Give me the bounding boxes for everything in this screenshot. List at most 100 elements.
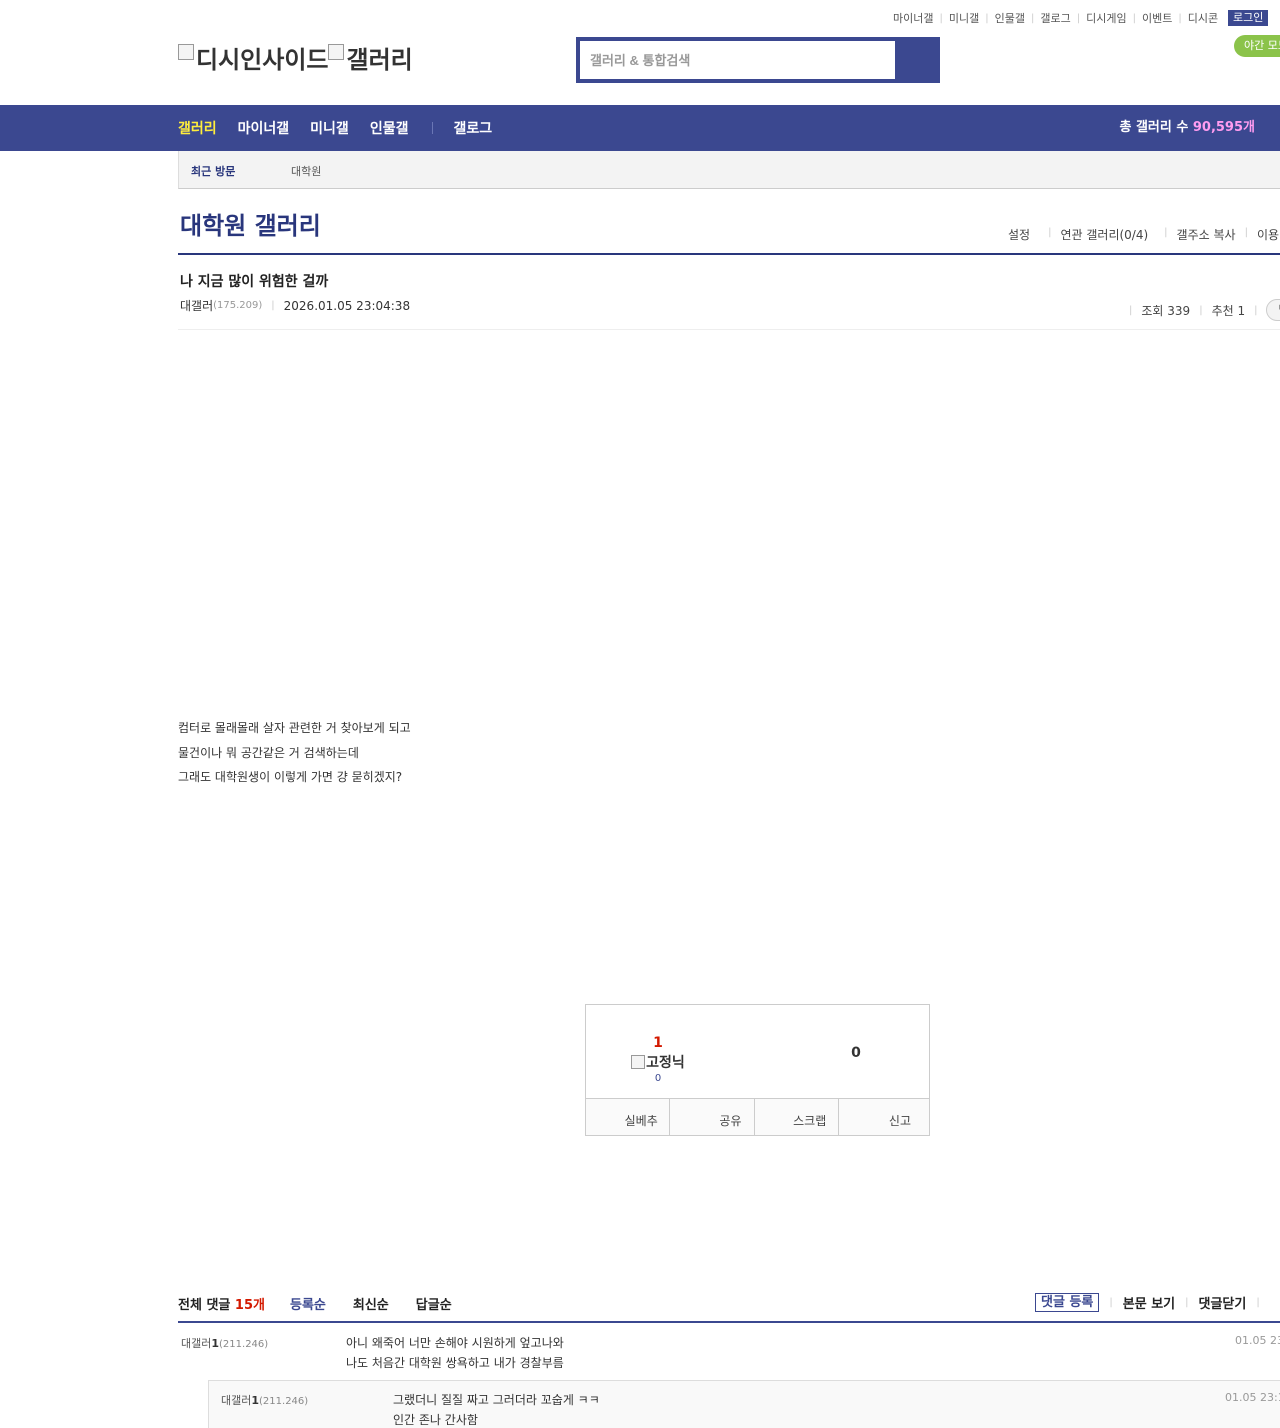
- usage-link[interactable]: 이용: [1257, 226, 1279, 243]
- comment-line: 그랬더니 질질 짜고 그러더라 꼬숩게 ㅋㅋ: [393, 1393, 600, 1407]
- view-body-button[interactable]: 본문 보기: [1123, 1293, 1175, 1312]
- share-button[interactable]: 공유: [670, 1099, 755, 1135]
- post-author[interactable]: 대갤러: [180, 297, 213, 314]
- total-label: 총 갤러리 수: [1119, 120, 1189, 135]
- divider: |: [1178, 12, 1182, 24]
- post-stats: | 조회 339 | 추천 1 | 댓: [1120, 299, 1280, 321]
- comments-total-label: 전체 댓글: [178, 1298, 231, 1313]
- upvote-count: 1: [653, 1035, 663, 1051]
- util-link-event[interactable]: 이벤트: [1142, 10, 1172, 26]
- comment-date: 01.05 23:1: [1225, 1391, 1280, 1404]
- nav-minor[interactable]: 마이너갤: [238, 118, 290, 138]
- divider: |: [985, 12, 989, 24]
- util-link-minor[interactable]: 마이너갤: [893, 10, 933, 26]
- downvote-button[interactable]: 0: [826, 1045, 886, 1061]
- global-nav: 갤러리 마이너갤 미니갤 인물갤 갤로그 총 갤러리 수 90,595개: [0, 105, 1280, 151]
- comment-author[interactable]: 대갤러1(211.246): [181, 1335, 268, 1351]
- gallery-title[interactable]: 대학원 갤러리: [180, 206, 321, 241]
- divider: |: [1076, 12, 1081, 24]
- downvote-count: 0: [851, 1045, 861, 1061]
- comment-item: 대갤러1(211.246) 아니 왜죽어 너만 손해야 시원하게 엎고나와 나도…: [181, 1333, 1280, 1373]
- total-gallery-count: 총 갤러리 수 90,595개: [1119, 105, 1255, 151]
- divider: |: [939, 12, 943, 24]
- post-datetime: 2026.01.05 23:04:38: [283, 298, 411, 313]
- logo-site-text: 디시인사이드: [196, 46, 329, 74]
- recent-visit-bar: 최근 방문 대학원: [178, 151, 1280, 189]
- comment-ip: (211.246): [219, 1339, 269, 1350]
- comment-line: 아니 왜죽어 너만 손해야 시원하게 엎고나와: [346, 1336, 564, 1350]
- site-logo[interactable]: 디시인사이드 갤러리: [178, 40, 413, 75]
- divider: |: [1129, 304, 1133, 316]
- fixed-nick-count: 0: [654, 1073, 662, 1084]
- post-header-divider: [178, 329, 1280, 330]
- comment-text: 그랬더니 질질 짜고 그러더라 꼬숩게 ㅋㅋ 인간 존나 간사함: [393, 1390, 600, 1428]
- post-body-line: 컴터로 몰래몰래 살자 관련한 거 찾아보게 되고: [178, 721, 411, 735]
- comment-sort-tabs: 등록순 최신순 답글순: [290, 1294, 479, 1313]
- comment-text: 아니 왜죽어 너만 손해야 시원하게 엎고나와 나도 처음간 대학원 쌍욕하고 …: [346, 1333, 564, 1373]
- upvote-button[interactable]: 1 고정닉 0: [626, 1035, 690, 1084]
- nav-person[interactable]: 인물갤: [370, 118, 409, 138]
- comment-nick: 대갤러: [181, 1337, 212, 1350]
- post-author-ip: (175.209): [213, 300, 263, 311]
- fixed-nick-text: 고정닉: [646, 1055, 685, 1071]
- post-recommend: 추천 1: [1211, 303, 1246, 318]
- settings-link[interactable]: 설정: [1008, 226, 1030, 243]
- nav-divider: [432, 122, 434, 134]
- divider: |: [1254, 304, 1258, 316]
- reply-item: 대갤러1(211.246) 그랬더니 질질 짜고 그러더라 꼬숩게 ㅋㅋ 인간 …: [208, 1380, 1280, 1428]
- search-bar: [576, 37, 940, 83]
- search-input[interactable]: [580, 41, 895, 79]
- sort-replies[interactable]: 답글순: [416, 1294, 452, 1313]
- post-views: 조회 339: [1141, 303, 1191, 318]
- sort-latest[interactable]: 최신순: [353, 1294, 389, 1313]
- divider: |: [1244, 227, 1248, 238]
- util-link-mini[interactable]: 미니갤: [949, 10, 979, 26]
- scrap-button[interactable]: 스크랩: [755, 1099, 840, 1135]
- post-title: 나 지금 많이 위험한 걸까: [180, 274, 329, 290]
- util-link-person[interactable]: 인물갤: [995, 10, 1025, 26]
- best-recommend-button[interactable]: 실베추: [586, 1099, 670, 1135]
- nav-menu: 갤러리 마이너갤 미니갤 인물갤 갤로그: [178, 105, 513, 151]
- comment-author[interactable]: 대갤러1(211.246): [221, 1392, 308, 1408]
- nav-gallery[interactable]: 갤러리: [178, 118, 217, 138]
- divider: |: [1164, 227, 1168, 238]
- util-link-gallog[interactable]: 갤로그: [1040, 10, 1070, 26]
- total-number: 90,595개: [1192, 120, 1255, 135]
- related-gallery-link[interactable]: 연관 갤러리(0/4): [1060, 226, 1148, 243]
- divider: |: [1185, 1297, 1189, 1308]
- broken-image-icon: [178, 43, 194, 60]
- gallery-tools: 설정 | 연관 갤러리(0/4) | 갤주소 복사 | 이용: [1008, 226, 1279, 243]
- comment-register-button[interactable]: 댓글 등록: [1035, 1293, 1100, 1312]
- util-link-game[interactable]: 디시게임: [1086, 10, 1126, 26]
- copy-address-link[interactable]: 갤주소 복사: [1177, 226, 1236, 243]
- comment-date: 01.05 23: [1235, 1334, 1280, 1347]
- comment-nick: 대갤러: [221, 1394, 252, 1407]
- login-button[interactable]: 로그인: [1228, 10, 1269, 26]
- gallery-title-divider: [178, 253, 1280, 255]
- close-comments-button[interactable]: 댓글닫기: [1199, 1293, 1247, 1312]
- logo-section-text: 갤러리: [346, 46, 413, 74]
- broken-image-icon: [328, 43, 345, 60]
- post-body-line: 그래도 대학원생이 이렇게 가면 걍 묻히겠지?: [178, 770, 403, 784]
- fixed-nick-label: 고정닉: [626, 1052, 690, 1072]
- search-button[interactable]: [896, 41, 936, 79]
- sort-registered[interactable]: 등록순: [290, 1294, 326, 1313]
- report-button[interactable]: 신고: [839, 1099, 929, 1135]
- recent-visit-label[interactable]: 최근 방문: [191, 163, 235, 179]
- comment-jump-button[interactable]: 댓: [1266, 299, 1280, 321]
- util-link-dccon[interactable]: 디시콘: [1188, 10, 1218, 26]
- post-meta: 대갤러 (175.209) | 2026.01.05 23:04:38: [180, 297, 410, 314]
- nav-gallog[interactable]: 갤로그: [453, 118, 492, 138]
- divider: |: [1030, 12, 1035, 24]
- comment-actions: 댓글 등록 | 본문 보기 | 댓글닫기 |: [1035, 1293, 1270, 1312]
- divider: |: [1256, 1297, 1260, 1308]
- nav-mini[interactable]: 미니갤: [310, 118, 349, 138]
- post-body-line: 물건이나 뭐 공간같은 거 검색하는데: [178, 745, 359, 760]
- comment-ip: (211.246): [259, 1396, 309, 1407]
- post-body: 컴터로 몰래몰래 살자 관련한 거 찾아보게 되고 물건이나 뭐 공간같은 거 …: [178, 716, 411, 790]
- broken-image-icon: [631, 1055, 646, 1069]
- night-mode-button[interactable]: 야간 모드: [1234, 35, 1280, 57]
- recent-visit-item[interactable]: 대학원: [291, 163, 321, 179]
- comment-nick-num: 1: [211, 1337, 220, 1350]
- utility-links: 마이너갤 | 미니갤 | 인물갤 | 갤로그 | 디시게임 | 이벤트 | 디시콘: [893, 10, 1218, 26]
